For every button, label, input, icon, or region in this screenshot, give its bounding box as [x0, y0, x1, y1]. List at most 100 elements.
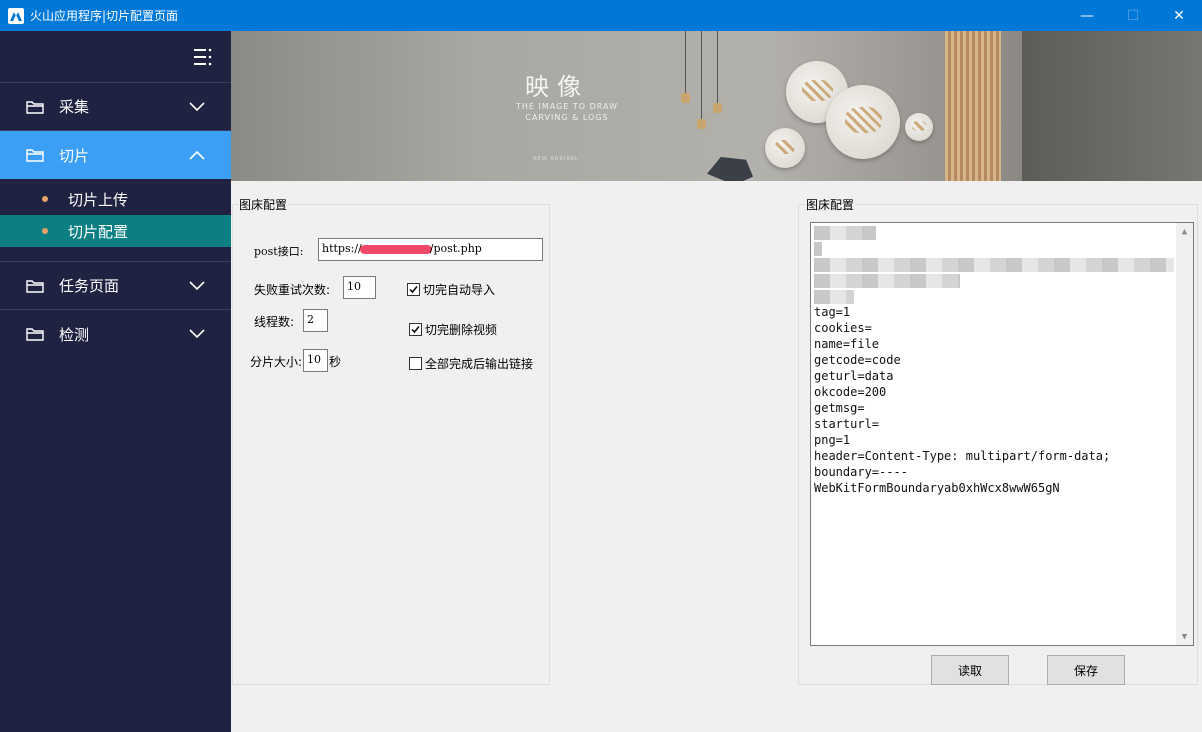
output-links-checkbox[interactable]: 全部完成后输出链接 — [409, 355, 533, 372]
redacted-line — [814, 272, 1190, 288]
sidebar-item-label: 切片 — [59, 146, 90, 165]
banner-title: 映像 — [525, 73, 589, 101]
chevron-up-icon — [189, 150, 205, 160]
banner-small-text: NEW ARRIVAL — [533, 156, 579, 162]
checkbox-label: 切完自动导入 — [423, 283, 496, 297]
image-host-config-group: 图床配置 post接口: https:// /post.php 失败重试次数: 1… — [232, 196, 550, 685]
checkbox-label: 切完删除视频 — [425, 323, 498, 337]
group-legend: 图床配置 — [805, 196, 856, 213]
folder-icon — [26, 279, 44, 293]
sidebar-item-label: 采集 — [59, 98, 90, 116]
checkbox-box — [409, 323, 422, 336]
sidebar: 采集 切片 切片上传 切片配置 任务页面 检测 — [0, 31, 231, 732]
config-line: name=file — [814, 337, 880, 351]
config-line: WebKitFormBoundaryab0xhWcx8wwW65gN — [814, 481, 1060, 495]
config-line: png=1 — [814, 433, 851, 447]
scroll-down-arrow-icon[interactable]: ▼ — [1176, 628, 1193, 645]
banner-lamp — [697, 119, 706, 129]
thread-count-input[interactable]: 2 — [303, 309, 328, 332]
sidebar-subitem-label: 切片配置 — [68, 222, 129, 241]
config-line: getcode=code — [814, 353, 901, 367]
sidebar-item-detect[interactable]: 检测 — [0, 310, 231, 358]
vertical-scrollbar[interactable]: ▲ ▼ — [1176, 223, 1193, 645]
banner-wall — [1022, 31, 1202, 181]
folder-icon — [26, 328, 44, 341]
minimize-button[interactable]: — — [1064, 0, 1110, 31]
sidebar-item-label: 检测 — [59, 325, 90, 344]
menu-toggle-button[interactable] — [0, 31, 231, 83]
thread-count-label: 线程数: — [254, 315, 295, 329]
slice-size-unit: 秒 — [329, 355, 342, 369]
banner-plate — [826, 85, 900, 159]
post-url-prefix: https:// — [322, 242, 362, 255]
chevron-down-icon — [189, 329, 205, 339]
redacted-mark — [359, 244, 432, 254]
config-line: tag=1 — [814, 305, 851, 319]
scroll-up-arrow-icon[interactable]: ▲ — [1176, 223, 1193, 240]
folder-icon — [26, 149, 44, 162]
check-icon — [411, 326, 420, 334]
close-button[interactable]: ✕ — [1156, 0, 1202, 31]
redacted-mark — [814, 273, 960, 288]
delete-video-checkbox[interactable]: 切完删除视频 — [409, 321, 497, 338]
banner-lamp-wire — [717, 31, 718, 111]
redacted-line — [814, 224, 1190, 240]
retry-count-input[interactable]: 10 — [343, 276, 376, 299]
redacted-line — [814, 288, 1190, 304]
banner-subtitle-line: CARVING & LOGS — [525, 113, 609, 122]
redacted-mark — [814, 241, 822, 256]
slice-submenu: 切片上传 切片配置 — [0, 183, 231, 262]
slice-size-label: 分片大小: — [250, 355, 303, 369]
redacted-line — [814, 240, 1190, 256]
config-line: boundary=---- — [814, 465, 908, 479]
banner-lamp — [713, 103, 722, 113]
config-line: cookies= — [814, 321, 872, 335]
banner-wood-panel — [945, 31, 1001, 181]
banner-lamp-wire — [685, 31, 686, 101]
redacted-line — [814, 256, 1190, 272]
bullet-dot-icon — [42, 228, 48, 234]
redacted-mark — [814, 257, 1174, 272]
post-endpoint-label: post接口: — [254, 245, 304, 258]
sidebar-item-slice[interactable]: 切片 — [0, 131, 231, 179]
checkbox-label: 全部完成后输出链接 — [425, 357, 534, 371]
redacted-mark — [814, 289, 854, 304]
checkbox-box — [407, 283, 420, 296]
sidebar-item-collect[interactable]: 采集 — [0, 83, 231, 131]
check-icon — [409, 286, 418, 294]
post-url-suffix: /post.php — [429, 242, 482, 255]
banner-vase — [707, 157, 753, 181]
sidebar-subitem-slice-upload[interactable]: 切片上传 — [0, 183, 231, 215]
read-button[interactable]: 读取 — [931, 655, 1009, 685]
banner-plate — [765, 128, 805, 168]
banner-subtitle: THE IMAGE TO DRAW CARVING & LOGS — [497, 101, 637, 123]
auto-import-checkbox[interactable]: 切完自动导入 — [407, 281, 495, 298]
bullet-dot-icon — [42, 196, 48, 202]
config-line: geturl=data — [814, 369, 894, 383]
sidebar-subitem-label: 切片上传 — [68, 190, 129, 209]
chevron-down-icon — [189, 101, 205, 111]
banner-lamp — [681, 93, 690, 103]
banner-plate — [905, 113, 933, 141]
config-line: okcode=200 — [814, 385, 887, 399]
retry-count-label: 失败重试次数: — [254, 283, 331, 297]
sidebar-item-tasks[interactable]: 任务页面 — [0, 262, 231, 310]
post-endpoint-input[interactable]: https:// /post.php — [318, 238, 543, 261]
chevron-down-icon — [189, 280, 205, 290]
maximize-button: ☐ — [1126, 7, 1140, 24]
group-legend: 图床配置 — [238, 196, 289, 213]
save-button[interactable]: 保存 — [1047, 655, 1125, 685]
config-textarea[interactable]: tag=1 cookies= name=file getcode=code ge… — [810, 222, 1194, 646]
config-line: starturl= — [814, 417, 880, 431]
slice-size-input[interactable]: 10 — [303, 349, 328, 372]
window-title: 火山应用程序|切片配置页面 — [30, 9, 179, 23]
app-logo-icon — [8, 7, 24, 24]
checkbox-box — [409, 357, 422, 370]
config-line: header=Content-Type: multipart/form-data… — [814, 449, 1111, 463]
redacted-mark — [814, 225, 876, 240]
folder-icon — [26, 100, 44, 114]
config-line: getmsg= — [814, 401, 865, 415]
banner-subtitle-line: THE IMAGE TO DRAW — [516, 102, 618, 111]
sidebar-subitem-slice-config[interactable]: 切片配置 — [0, 215, 231, 247]
banner-image: 映像 THE IMAGE TO DRAW CARVING & LOGS NEW … — [231, 31, 1202, 181]
